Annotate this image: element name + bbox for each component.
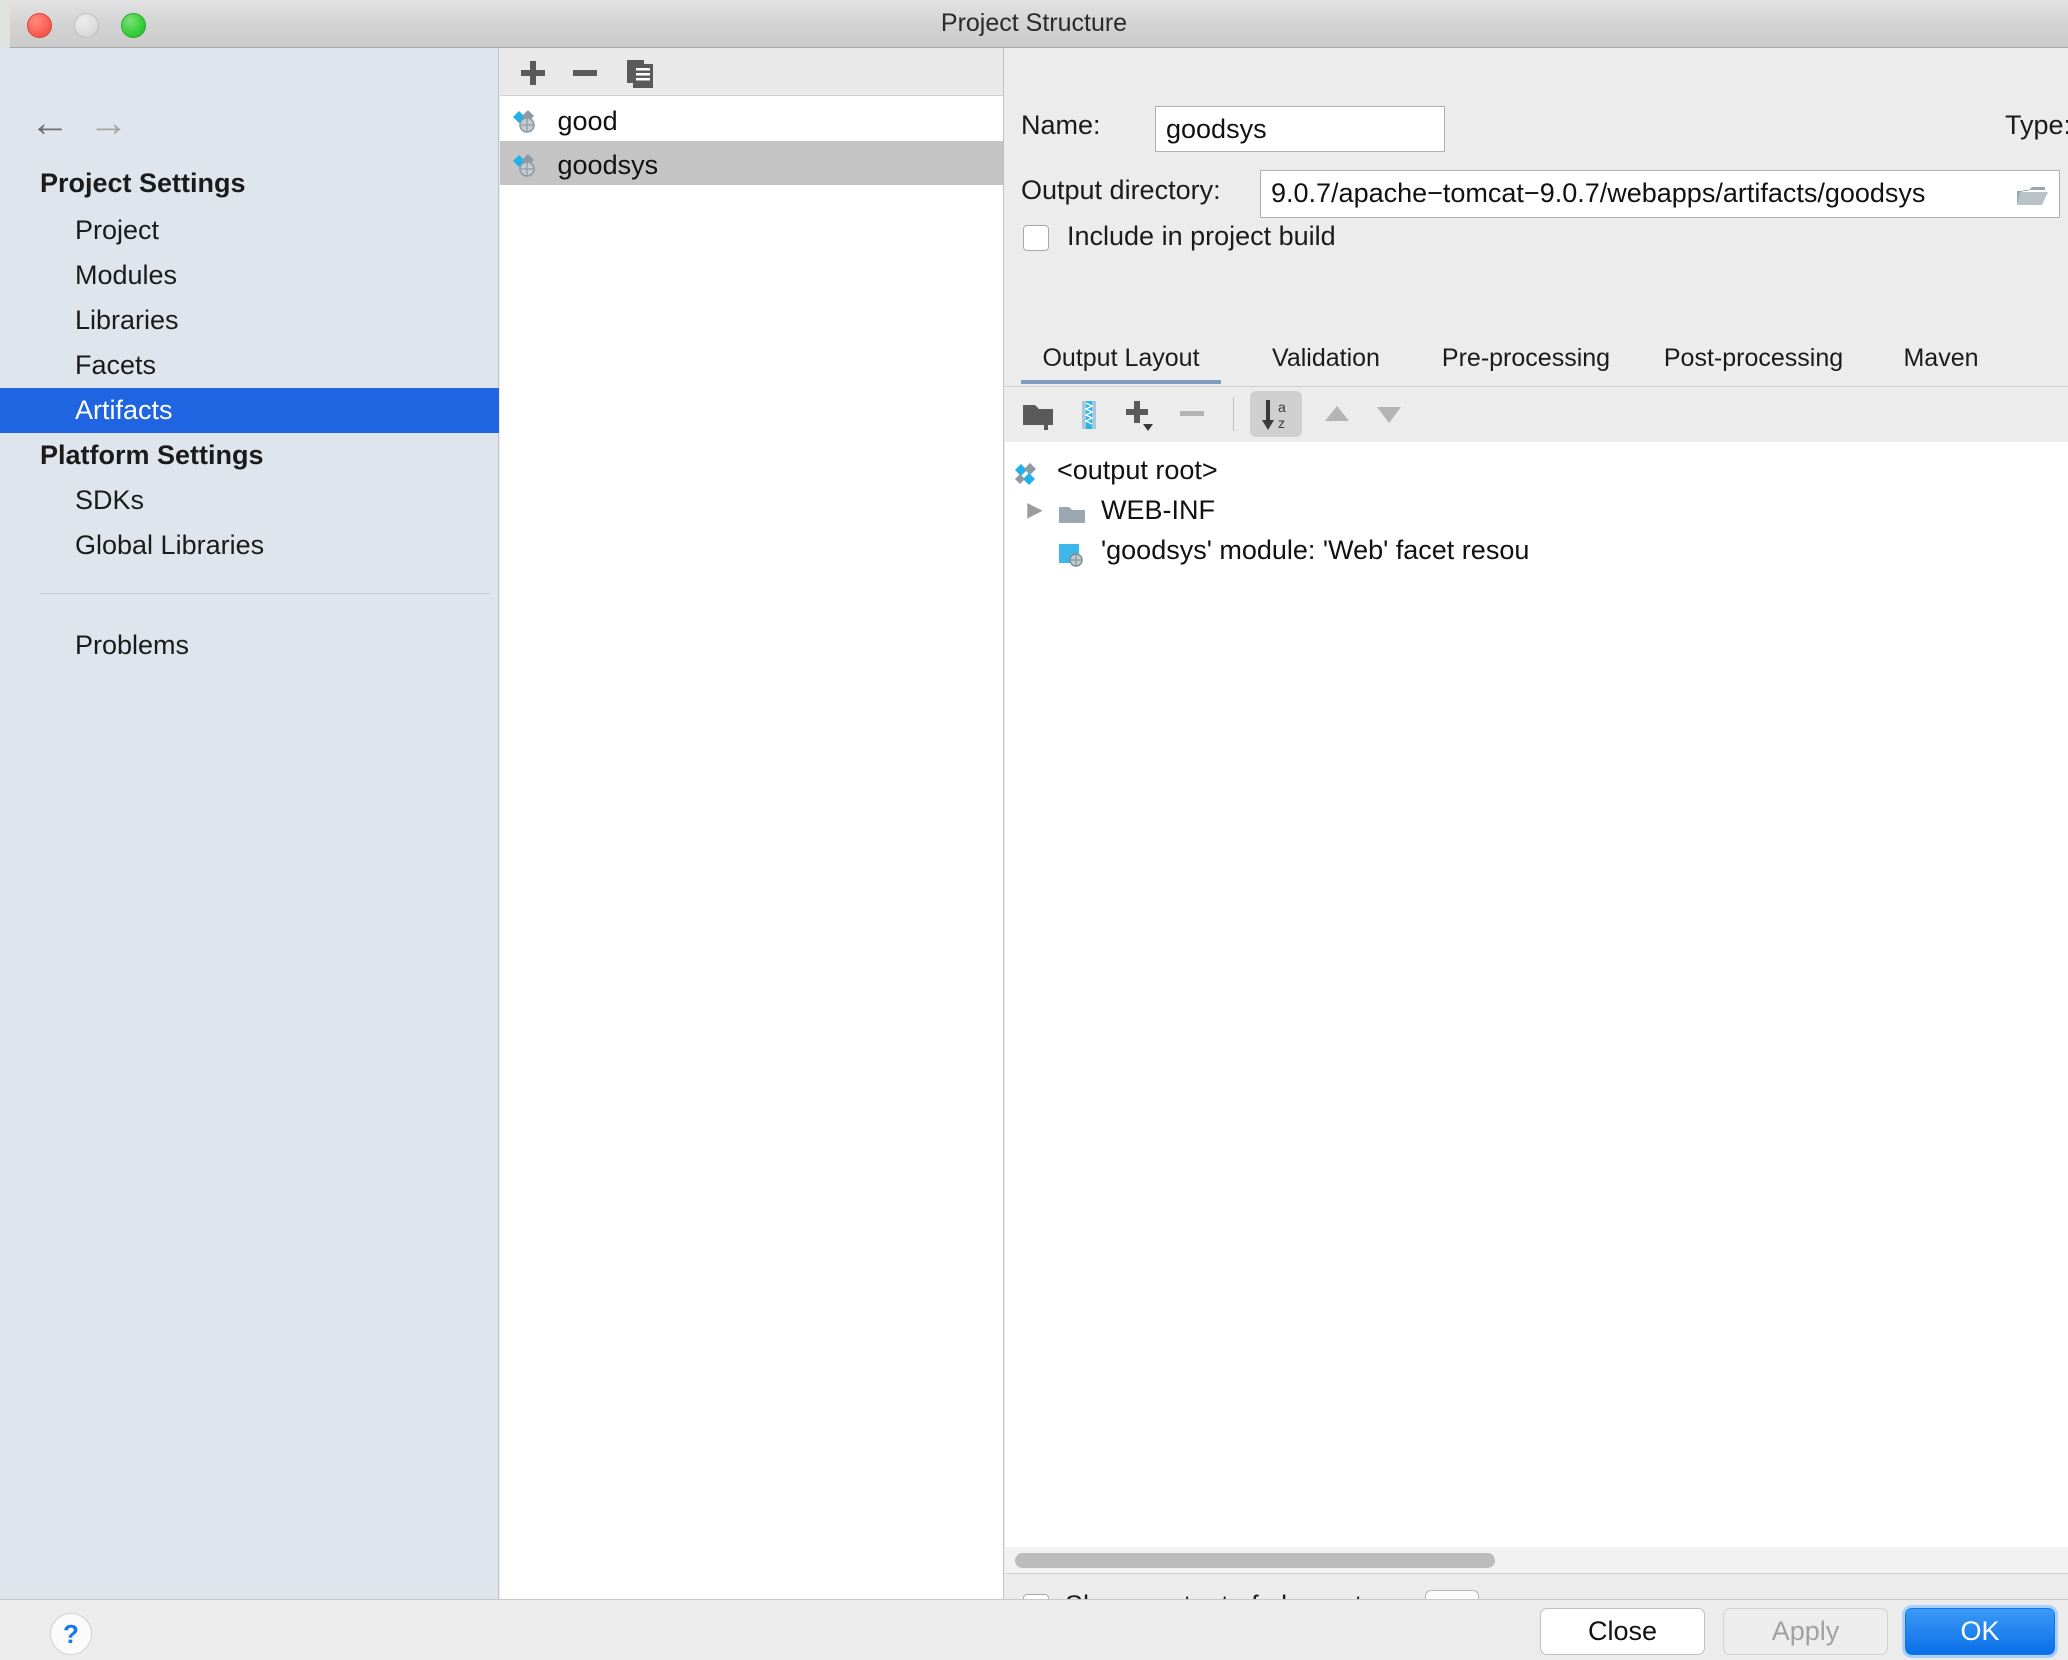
sidebar-item-artifacts[interactable]: Artifacts xyxy=(0,388,499,433)
artifacts-list: good goodsys xyxy=(500,97,1003,185)
tab-label: Validation xyxy=(1272,344,1380,372)
output-layout-toolbar: a z xyxy=(1005,387,2068,442)
tab-validation[interactable]: Validation xyxy=(1246,338,1406,384)
tree-row-output-root[interactable]: <output root> xyxy=(1005,450,2068,490)
type-label: Type: xyxy=(2005,110,2068,140)
toolbar-separator xyxy=(1233,397,1234,431)
move-down-button[interactable] xyxy=(1367,392,1411,436)
tab-label: Output Layout xyxy=(1042,344,1200,372)
tab-label: Pre-processing xyxy=(1441,344,1611,372)
tab-maven[interactable]: Maven xyxy=(1876,338,2006,384)
create-directory-button[interactable] xyxy=(1017,392,1061,436)
sidebar-item-label: SDKs xyxy=(75,485,145,515)
output-directory-label: Output directory: xyxy=(1021,175,1221,205)
close-dialog-button[interactable]: Close xyxy=(1540,1608,1705,1655)
sidebar-item-label: Project xyxy=(75,215,160,245)
tab-output-layout[interactable]: Output Layout xyxy=(1021,338,1221,384)
sidebar-item-problems[interactable]: Problems xyxy=(0,623,499,668)
tab-label: Maven xyxy=(1903,344,1979,372)
sidebar-divider xyxy=(40,593,490,594)
sidebar-item-label: Libraries xyxy=(75,305,179,335)
sidebar-group-project-settings: Project Settings xyxy=(40,168,246,198)
add-copy-of-button[interactable] xyxy=(1117,392,1161,436)
web-facet-icon xyxy=(1057,538,1087,567)
web-artifact-icon xyxy=(512,148,548,178)
arrow-left-icon[interactable]: ← xyxy=(30,103,84,143)
sidebar-group-platform-settings: Platform Settings xyxy=(40,440,264,470)
apply-button[interactable]: Apply xyxy=(1723,1608,1888,1655)
copy-artifact-button[interactable] xyxy=(620,56,662,90)
sidebar-item-label: Facets xyxy=(75,350,157,380)
project-structure-window: Project Structure ← → Project Settings P… xyxy=(0,0,2068,1660)
sidebar-item-modules[interactable]: Modules xyxy=(0,253,499,298)
artifact-list-item-goodsys[interactable]: goodsys xyxy=(500,141,1003,185)
artifact-item-label: goodsys xyxy=(557,149,659,180)
settings-sidebar: ← → Project Settings Project Modules Lib… xyxy=(0,48,499,1599)
help-button[interactable]: ? xyxy=(50,1613,92,1655)
ok-button[interactable]: OK xyxy=(1905,1608,2055,1655)
tab-post-processing[interactable]: Post-processing xyxy=(1641,338,1866,384)
tab-label: Post-processing xyxy=(1663,344,1844,372)
artifact-detail-panel: Name: goodsys Type: Web Application: Exp… xyxy=(1005,48,2068,1647)
artifact-item-label: good xyxy=(557,105,618,136)
sidebar-item-label: Problems xyxy=(75,630,190,660)
sidebar-item-label: Global Libraries xyxy=(75,530,265,560)
title-bar: Project Structure xyxy=(0,0,2068,48)
tree-row-label: <output root> xyxy=(1057,455,1218,485)
scrollbar-thumb[interactable] xyxy=(1015,1553,1495,1568)
window-title: Project Structure xyxy=(940,9,1128,37)
tab-pre-processing[interactable]: Pre-processing xyxy=(1416,338,1636,384)
move-up-button[interactable] xyxy=(1315,392,1359,436)
dialog-footer: ? Close Apply OK xyxy=(0,1599,2068,1660)
web-artifact-icon xyxy=(512,104,548,134)
tree-row-label: 'goodsys' module: 'Web' facet resou xyxy=(1101,535,1530,565)
include-in-build-checkbox[interactable] xyxy=(1023,225,1049,251)
detail-tabs: Output Layout Validation Pre-processing … xyxy=(1021,338,2061,386)
add-artifact-button[interactable] xyxy=(512,56,554,90)
folder-icon[interactable] xyxy=(2015,179,2049,217)
sidebar-item-project[interactable]: Project xyxy=(0,208,499,253)
remove-element-button[interactable] xyxy=(1170,392,1214,436)
chevron-right-icon[interactable]: ▶ xyxy=(1015,490,1055,530)
sort-az-button[interactable]: a z xyxy=(1254,392,1298,436)
sidebar-item-sdks[interactable]: SDKs xyxy=(0,478,499,523)
output-directory-input[interactable]: 9.0.7/apache−tomcat−9.0.7/webapps/artifa… xyxy=(1260,170,2060,218)
include-in-build-label: Include in project build xyxy=(1067,221,1336,251)
tree-row-goodsys-module[interactable]: 'goodsys' module: 'Web' facet resou xyxy=(1005,530,2068,570)
create-archive-button[interactable] xyxy=(1067,392,1111,436)
tree-row-label: WEB-INF xyxy=(1101,495,1215,525)
artifacts-toolbar xyxy=(500,48,1003,96)
name-label: Name: xyxy=(1021,110,1101,140)
arrow-right-icon[interactable]: → xyxy=(88,103,142,143)
sidebar-item-label: Artifacts xyxy=(75,395,173,425)
sidebar-item-facets[interactable]: Facets xyxy=(0,343,499,388)
folder-icon xyxy=(1057,498,1087,524)
svg-text:a: a xyxy=(1278,399,1286,415)
tree-row-web-inf[interactable]: ▶ WEB-INF xyxy=(1005,490,2068,530)
sidebar-item-global-libraries[interactable]: Global Libraries xyxy=(0,523,499,568)
artifact-name-input[interactable]: goodsys xyxy=(1155,106,1445,152)
output-tree-hscrollbar[interactable] xyxy=(1005,1547,2068,1573)
output-directory-value: 9.0.7/apache−tomcat−9.0.7/webapps/artifa… xyxy=(1271,178,1926,208)
sidebar-item-label: Modules xyxy=(75,260,178,290)
navigation-arrows: ← → xyxy=(30,103,142,143)
sidebar-item-libraries[interactable]: Libraries xyxy=(0,298,499,343)
svg-text:z: z xyxy=(1278,415,1285,431)
artifacts-list-panel: good goodsys xyxy=(500,48,1004,1599)
artifact-root-icon xyxy=(1013,458,1043,485)
output-layout-tree: <output root> ▶ WEB-INF 'goodsys' module xyxy=(1005,442,2068,1547)
artifact-list-item-good[interactable]: good xyxy=(500,97,1003,141)
remove-artifact-button[interactable] xyxy=(564,56,606,90)
